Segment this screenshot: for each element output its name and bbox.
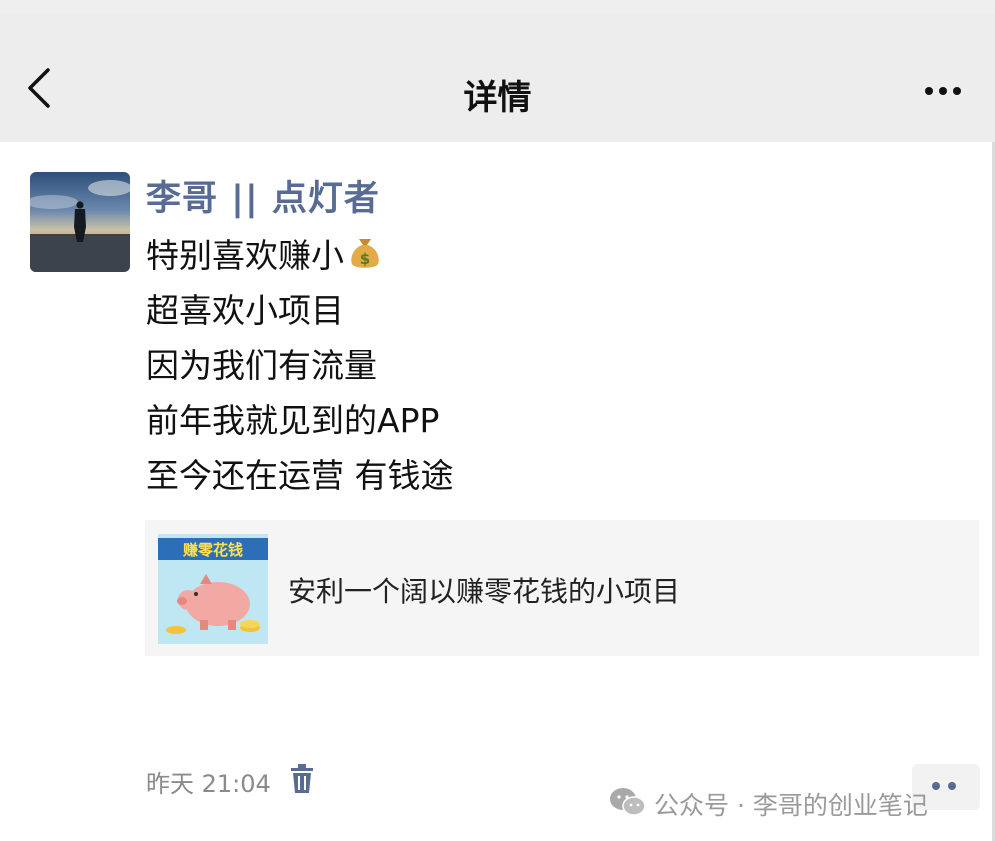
watermark-text: 公众号 · 李哥的创业笔记 <box>654 791 928 820</box>
link-thumbnail: 赚零花钱 <box>158 534 268 644</box>
trash-icon <box>291 764 313 793</box>
wechat-logo-icon <box>610 788 646 816</box>
shared-link-card[interactable]: 赚零花钱 安利一个阔以赚零花钱的小项目 <box>145 520 979 656</box>
link-title: 安利一个阔以赚零花钱的小项目 <box>288 575 681 608</box>
post-line: 超喜欢小项目 <box>146 291 344 330</box>
thumb-caption: 赚零花钱 <box>182 541 243 559</box>
post-line: 至今还在运营 有钱途 <box>146 456 454 495</box>
piggy-bank-thumbnail-image: 赚零花钱 <box>158 534 268 644</box>
nav-bar: 详情 <box>0 14 995 142</box>
avatar[interactable] <box>30 172 130 272</box>
post-line: 因为我们有流量 <box>146 346 377 385</box>
post-line: 特别喜欢赚小 $ <box>146 228 454 283</box>
more-options-button[interactable] <box>925 80 969 96</box>
comment-dot-icon <box>948 782 956 790</box>
author-name-link[interactable]: 李哥 || 点灯者 <box>146 170 380 221</box>
more-dot-icon <box>925 87 933 95</box>
delete-button[interactable] <box>290 764 314 794</box>
moments-detail-screen: 详情 李哥 || 点灯者 特别喜欢赚小 $ 超喜欢小项目 因为我们有流量 前年我… <box>0 0 995 841</box>
post-line: 前年我就见到的APP <box>146 401 440 440</box>
money-bag-icon: $ <box>351 239 379 268</box>
comment-dot-icon <box>932 782 940 790</box>
post-timestamp: 昨天 21:04 <box>146 770 271 798</box>
more-dot-icon <box>939 87 947 95</box>
svg-text:$: $ <box>360 250 370 268</box>
more-dot-icon <box>953 87 961 95</box>
avatar-silhouette-image <box>30 180 130 272</box>
page-title: 详情 <box>463 78 532 118</box>
post-line-text: 特别喜欢赚小 <box>146 236 344 275</box>
post-text: 特别喜欢赚小 $ 超喜欢小项目 因为我们有流量 前年我就见到的APP 至今还在运… <box>146 228 454 503</box>
status-bar <box>0 0 995 14</box>
